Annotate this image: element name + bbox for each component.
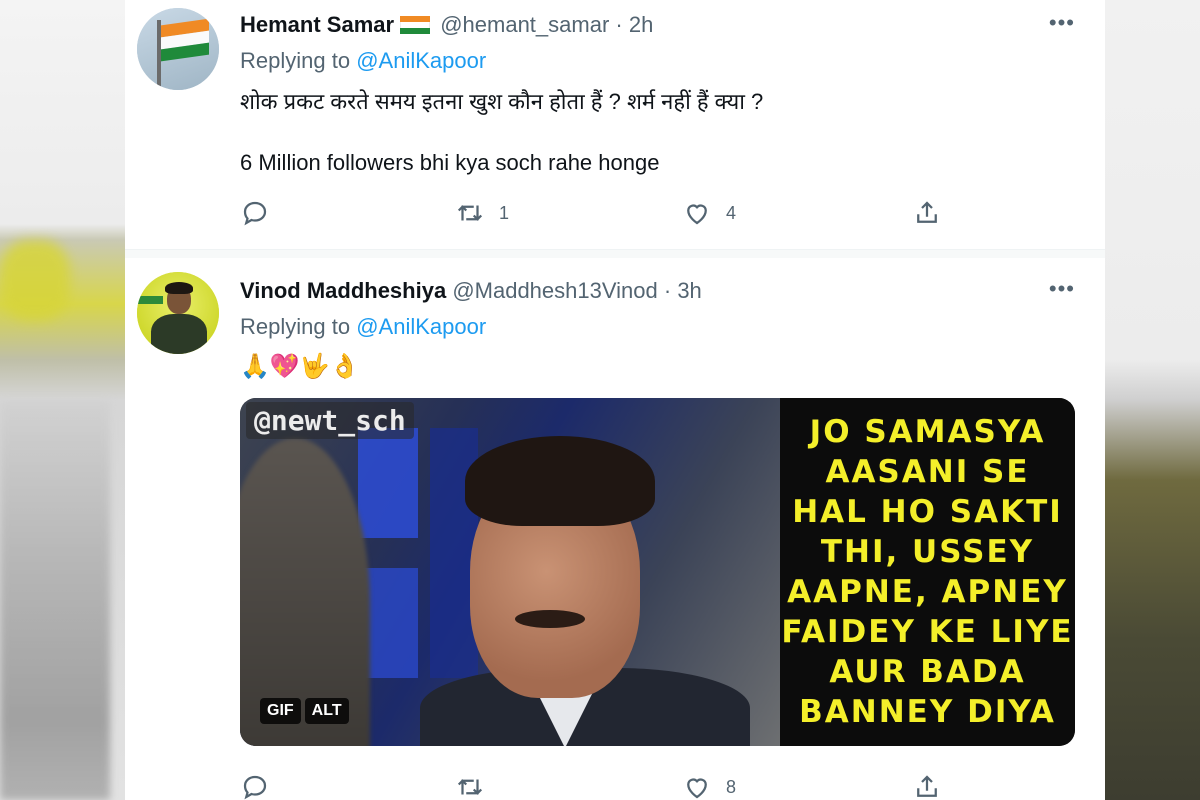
timestamp[interactable]: 2h [629,12,653,37]
like-button[interactable]: 8 [682,772,736,800]
caption-line: THI, USSEY [820,534,1035,570]
heart-icon [687,778,707,799]
caption-line: BANNEY DIYA [799,694,1056,730]
caption-line: AUR BADA [829,654,1026,690]
like-button[interactable]: 4 [682,198,736,228]
mention-link[interactable]: @AnilKapoor [356,314,486,339]
replying-prefix: Replying to [240,48,351,73]
reply-button[interactable] [240,198,270,228]
like-count: 4 [726,202,737,223]
gif-media[interactable]: @newt_sch GIF ALT JO SAMASYA AASANI SE H… [240,398,1075,746]
gif-frame: @newt_sch GIF ALT [240,398,780,746]
user-handle[interactable]: @hemant_samar [440,12,609,37]
retweet-icon [457,779,483,795]
gif-badge: GIF [260,698,301,724]
tweet-divider [125,250,1105,258]
tweet-header: Hemant Samar @hemant_samar · 2h [240,12,653,38]
tweet-actions: 8 [240,772,940,800]
caption-line: AAPNE, APNEY [787,574,1068,610]
display-name[interactable]: Hemant Samar [240,12,394,37]
replying-to: Replying to @AnilKapoor [240,314,486,340]
avatar[interactable] [137,272,219,354]
caption-line: AASANI SE [825,454,1030,490]
replying-to: Replying to @AnilKapoor [240,48,486,74]
separator-dot: · [663,278,672,303]
tweet-text-line-2: 6 Million followers bhi kya soch rahe ho… [240,150,660,175]
replying-prefix: Replying to [240,314,351,339]
more-dots-icon[interactable]: ••• [1049,10,1075,36]
like-count: 8 [726,776,737,797]
retweet-button[interactable] [455,772,485,800]
reply-icon [243,201,267,226]
media-badges: GIF ALT [260,698,349,724]
tweet-hemant-samar[interactable]: Hemant Samar @hemant_samar · 2h ••• Repl… [125,0,1105,250]
background-right [1105,0,1200,800]
share-button[interactable] [912,198,942,228]
display-name[interactable]: Vinod Maddheshiya [240,278,446,303]
gif-watermark: @newt_sch [246,402,414,439]
background-left [0,0,125,800]
alt-badge[interactable]: ALT [304,698,349,724]
gif-caption: JO SAMASYA AASANI SE HAL HO SAKTI THI, U… [780,398,1075,746]
mention-link[interactable]: @AnilKapoor [356,48,486,73]
retweet-button[interactable]: 1 [455,198,509,228]
tweet-feed: Hemant Samar @hemant_samar · 2h ••• Repl… [125,0,1105,800]
retweet-count: 1 [499,202,510,223]
avatar[interactable] [137,8,219,90]
share-button[interactable] [912,772,942,800]
caption-line: FAIDEY KE LIYE [781,614,1074,650]
tweet-actions: 1 4 [240,198,940,234]
india-flag-icon [400,16,431,34]
reply-button[interactable] [240,772,270,800]
timestamp[interactable]: 3h [677,278,701,303]
retweet-icon [457,205,483,221]
share-icon [917,775,937,797]
tweet-vinod-maddheshiya[interactable]: Vinod Maddheshiya @Maddhesh13Vinod · 3h … [125,258,1105,800]
tweet-header: Vinod Maddheshiya @Maddhesh13Vinod · 3h [240,278,702,304]
more-dots-icon[interactable]: ••• [1049,276,1075,302]
share-icon [917,201,937,223]
separator-dot: · [615,12,623,37]
caption-line: JO SAMASYA [809,414,1046,450]
heart-icon [687,204,707,225]
tweet-text-line-1: शोक प्रकट करते समय इतना खुश कौन होता हैं… [240,89,764,114]
caption-line: HAL HO SAKTI [792,494,1063,530]
user-handle[interactable]: @Maddhesh13Vinod [452,278,657,303]
reply-icon [243,775,267,800]
tweet-emoji-text: 🙏💖🤟👌 [240,353,360,380]
